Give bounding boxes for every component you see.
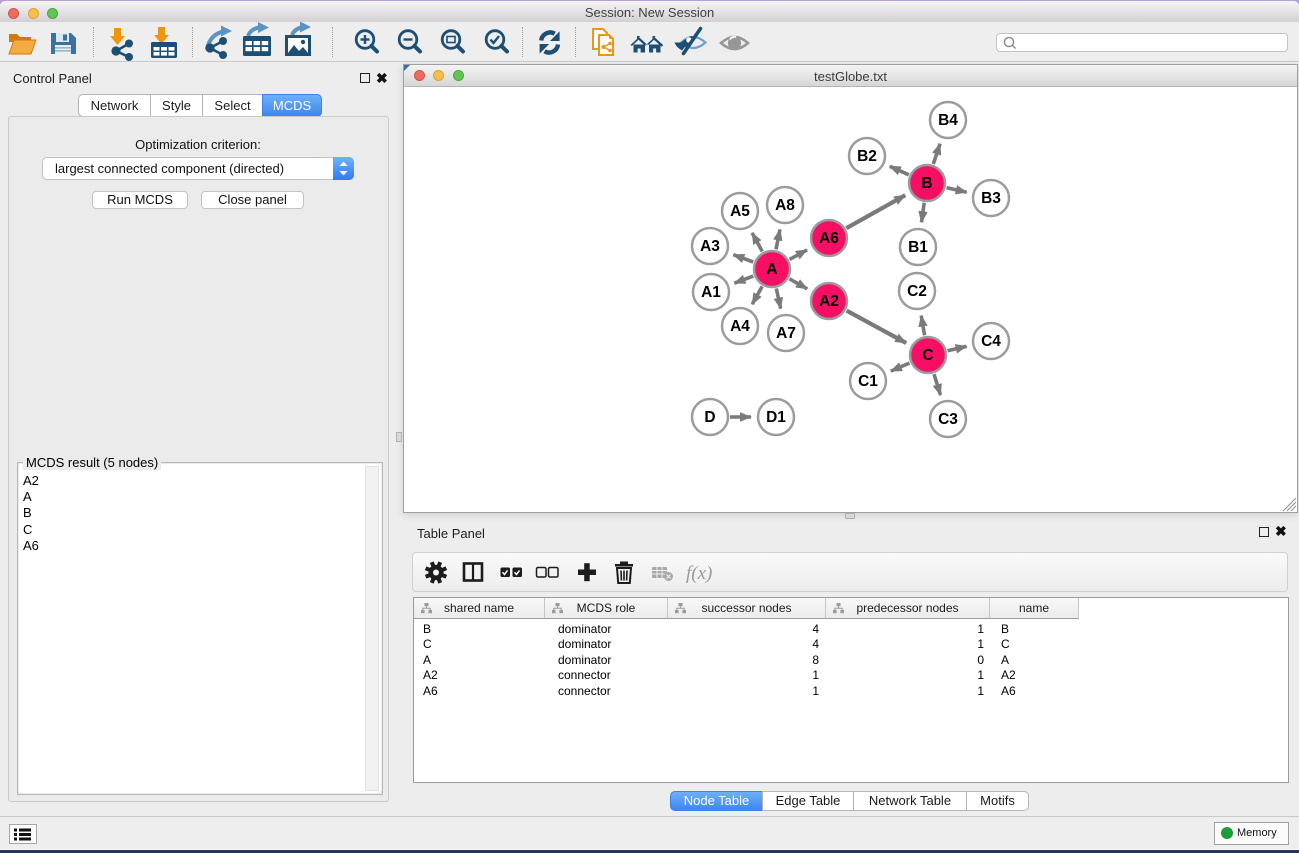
svg-text:B4: B4 [938, 112, 958, 129]
svg-text:A2: A2 [819, 293, 839, 310]
svg-text:B2: B2 [857, 148, 877, 165]
svg-text:C2: C2 [907, 283, 927, 300]
svg-text:C: C [922, 347, 933, 364]
svg-text:D: D [704, 409, 715, 426]
svg-text:A1: A1 [701, 284, 721, 301]
svg-text:A7: A7 [776, 325, 796, 342]
svg-text:C1: C1 [858, 373, 878, 390]
svg-text:A4: A4 [730, 318, 750, 335]
svg-text:D1: D1 [766, 409, 786, 426]
svg-text:A6: A6 [819, 230, 839, 247]
svg-text:B3: B3 [981, 190, 1001, 207]
svg-text:A3: A3 [700, 238, 720, 255]
svg-text:B: B [921, 175, 932, 192]
svg-text:A8: A8 [775, 197, 795, 214]
svg-text:A: A [766, 261, 777, 278]
svg-text:f(x): f(x) [686, 563, 712, 584]
svg-text:C4: C4 [981, 333, 1001, 350]
svg-text:B1: B1 [908, 239, 928, 256]
svg-text:C3: C3 [938, 411, 958, 428]
svg-text:A5: A5 [730, 203, 750, 220]
